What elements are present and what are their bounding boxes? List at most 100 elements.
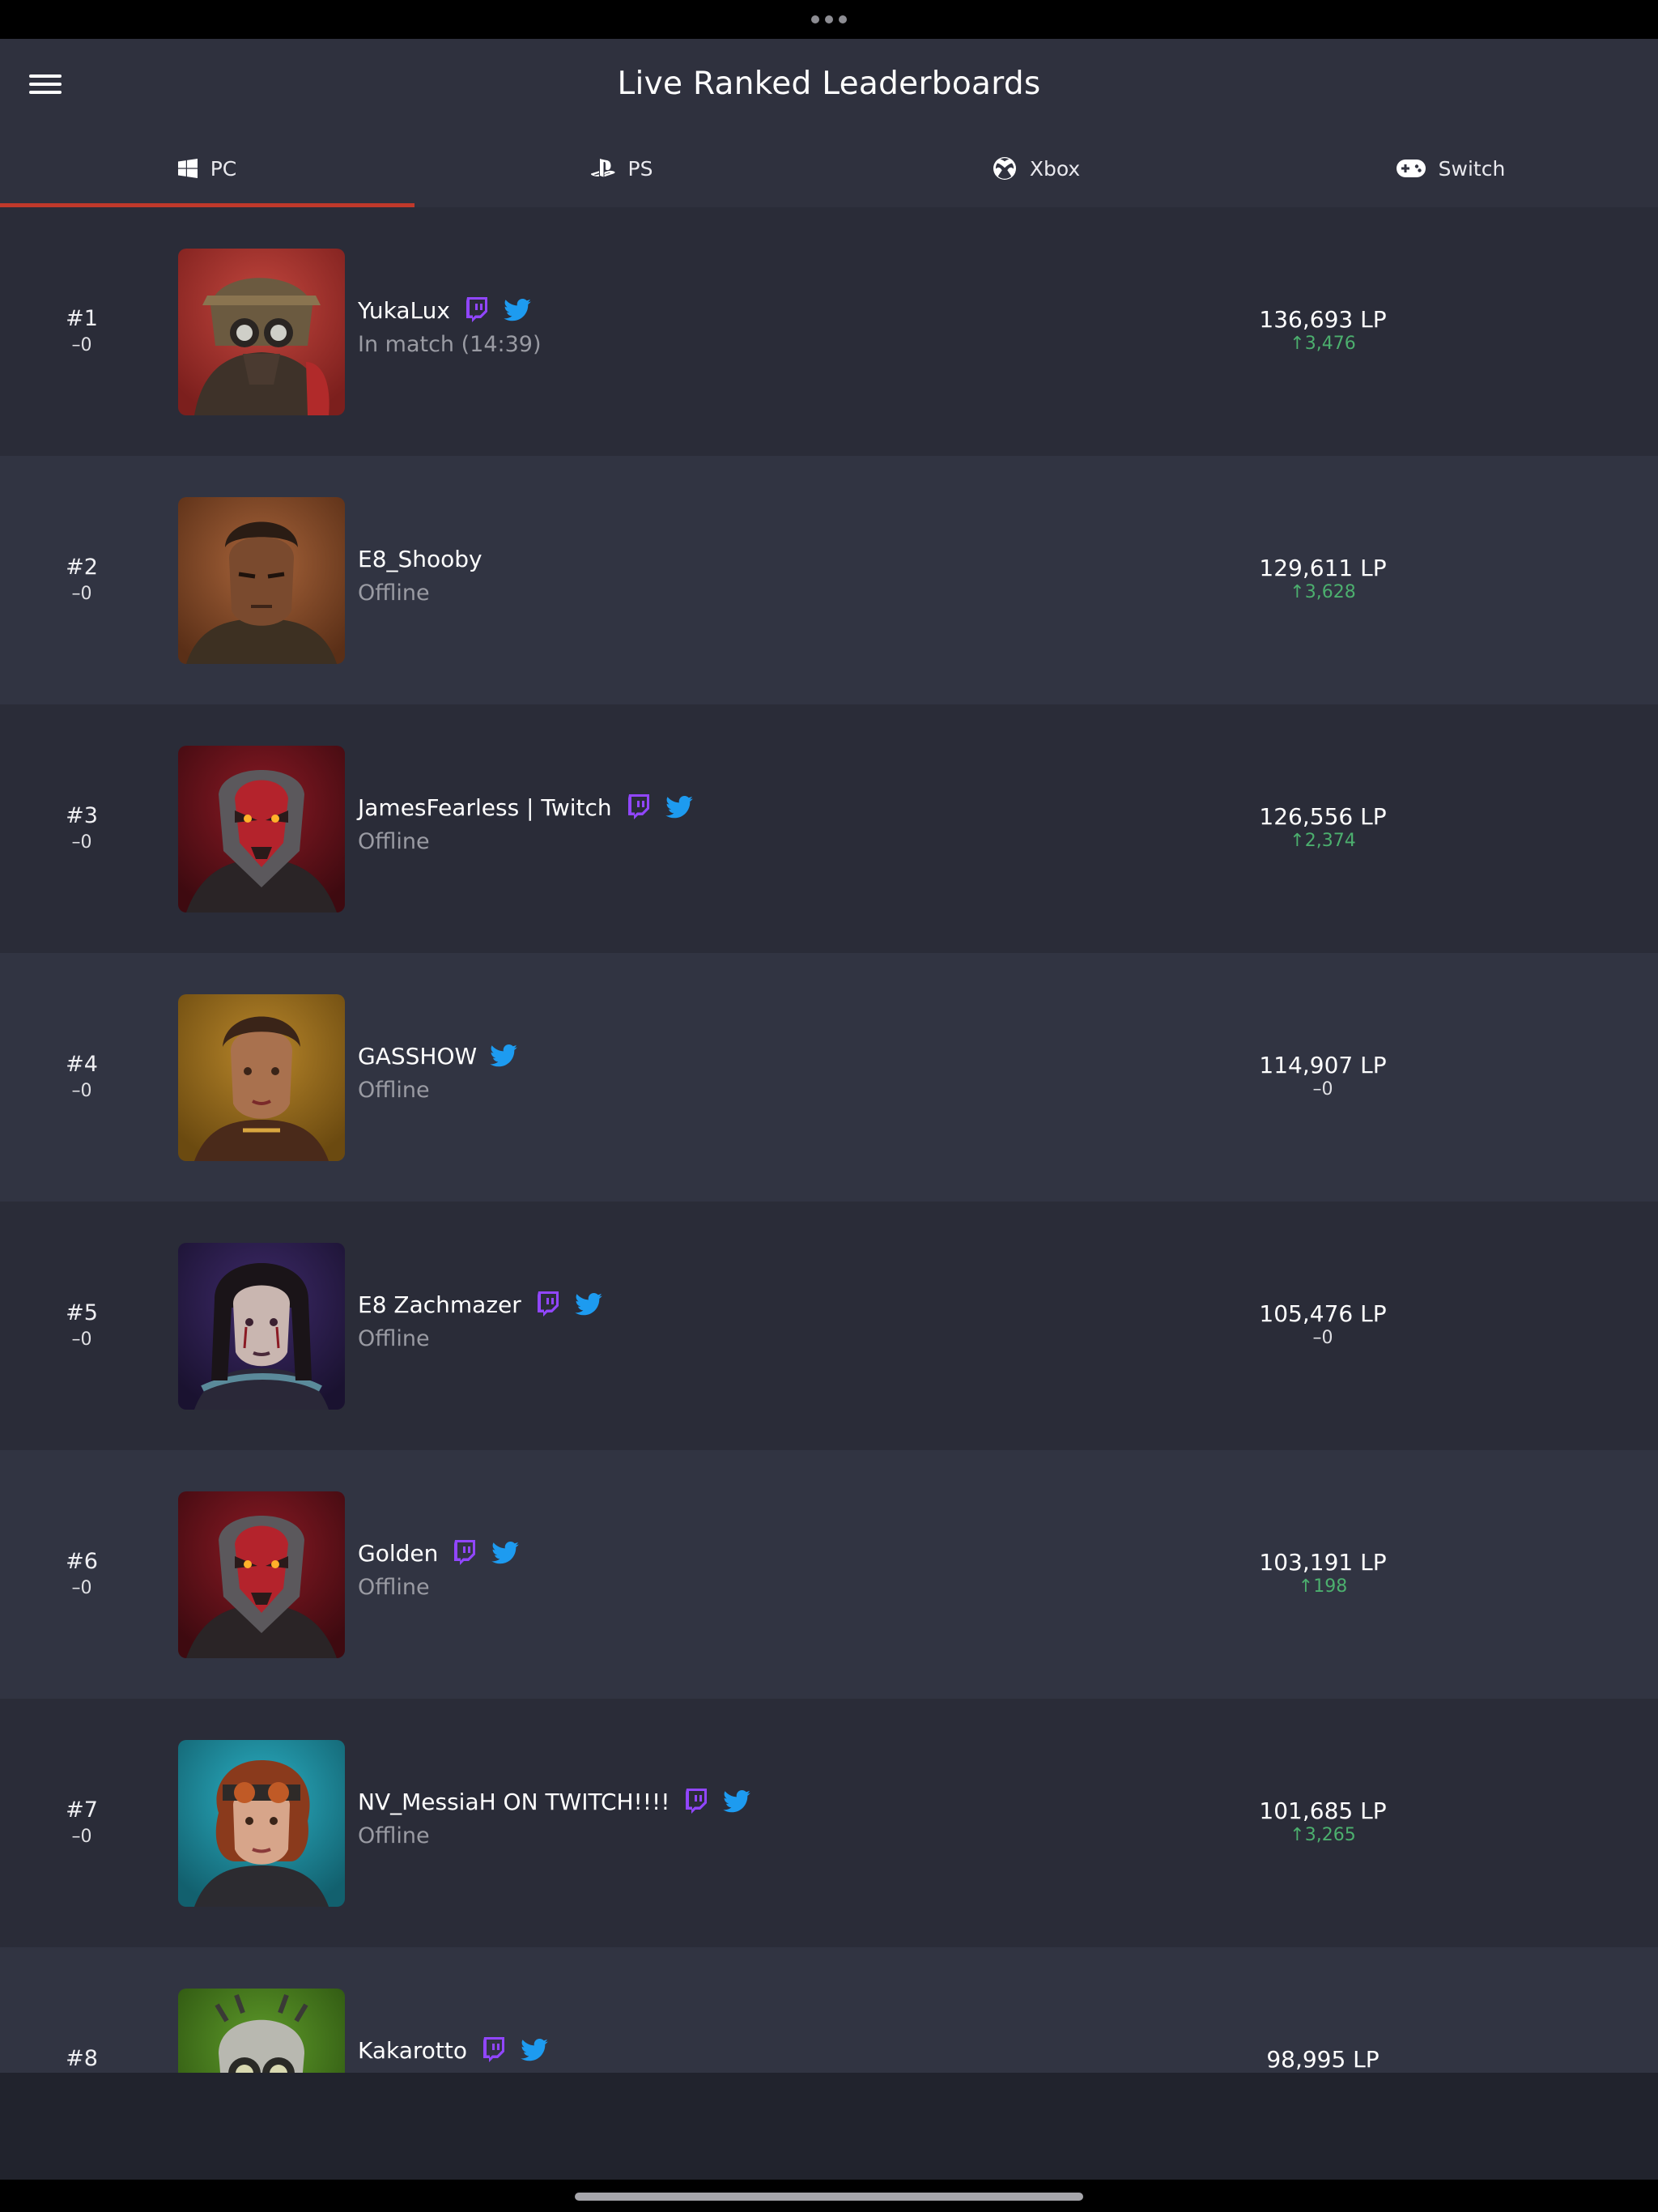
leaderboard-row[interactable]: #1 –0 YukaLux In match (14:39) 136,693 L… — [0, 207, 1658, 456]
rank-number: #4 — [66, 1052, 98, 1077]
leaderboard-row[interactable]: #7 –0 NV_MessiaH ON TWITCH!!!! Offline 1… — [0, 1699, 1658, 1947]
rank-change: –0 — [71, 584, 92, 604]
legend-avatar[interactable] — [178, 249, 345, 415]
lp-change: –0 — [1312, 1079, 1333, 1100]
arrow-up-icon: ↑ — [1298, 1576, 1314, 1597]
tab-label: Xbox — [1029, 156, 1081, 181]
tab-label: Switch — [1438, 156, 1506, 181]
player-name: JamesFearless | Twitch — [358, 793, 612, 821]
multitasking-dots-icon[interactable] — [811, 15, 847, 23]
hamburger-menu-icon[interactable] — [29, 71, 62, 97]
rank-number: #3 — [66, 803, 98, 828]
legend-avatar[interactable] — [178, 497, 345, 664]
lp-change: –0 — [1312, 1328, 1333, 1348]
player-name-line: E8 Zachmazer — [358, 1288, 602, 1321]
arrow-up-icon: ↑ — [1290, 1825, 1305, 1845]
home-indicator[interactable] — [575, 2193, 1083, 2201]
lp-score: 103,191 LP — [1259, 1549, 1387, 1576]
tab-label: PS — [627, 156, 653, 181]
page-title: Live Ranked Leaderboards — [617, 66, 1041, 102]
rank-number: #7 — [66, 1797, 98, 1823]
legend-avatar[interactable] — [178, 994, 345, 1161]
twitter-icon[interactable] — [574, 1291, 602, 1318]
rank-number: #1 — [66, 306, 98, 331]
status-bar — [0, 0, 1658, 39]
leaderboard-row[interactable]: #4 –0 GASSHOW Offline 114,907 LP –0 — [0, 953, 1658, 1202]
rank-change: –0 — [71, 1329, 92, 1350]
twitch-icon[interactable] — [480, 2036, 508, 2064]
player-status: Offline — [358, 1575, 430, 1600]
rank-number: #2 — [66, 555, 98, 580]
tab-pc[interactable]: PC — [0, 130, 414, 207]
twitch-icon[interactable] — [451, 1539, 478, 1567]
player-name: Golden — [358, 1539, 439, 1567]
twitter-icon[interactable] — [490, 1042, 517, 1070]
rank-change: –0 — [71, 335, 92, 355]
tab-switch[interactable]: Switch — [1244, 130, 1658, 207]
player-status: Offline — [358, 1326, 430, 1351]
player-name-line: JamesFearless | Twitch — [358, 791, 693, 823]
player-name: YukaLux — [358, 296, 450, 324]
twitter-icon[interactable] — [504, 296, 531, 324]
rank-change: –0 — [71, 1578, 92, 1598]
twitch-icon[interactable] — [463, 296, 491, 324]
tab-ps[interactable]: PS — [414, 130, 829, 207]
legend-avatar[interactable] — [178, 1491, 345, 1658]
player-name-line: Kakarotto — [358, 2034, 548, 2066]
player-name: E8_Shooby — [358, 545, 483, 572]
rank-number: #8 — [66, 2046, 98, 2071]
rank-number: #5 — [66, 1300, 98, 1325]
leaderboard-row[interactable]: #2 –0 E8_Shooby Offline 129,611 LP ↑3,62… — [0, 456, 1658, 704]
player-name-line: GASSHOW — [358, 1040, 517, 1072]
leaderboard-list[interactable]: #1 –0 YukaLux In match (14:39) 136,693 L… — [0, 207, 1658, 2073]
arrow-up-icon: ↑ — [1290, 582, 1305, 602]
platform-tabs: PC PS Xbox Switch — [0, 130, 1658, 207]
lp-score: 101,685 LP — [1259, 1797, 1387, 1824]
tab-label: PC — [210, 156, 237, 181]
arrow-up-icon: ↑ — [1290, 831, 1305, 851]
twitter-icon[interactable] — [521, 2036, 548, 2064]
leaderboard-row[interactable]: #6 –0 Golden Offline 103,191 LP ↑198 — [0, 1450, 1658, 1699]
playstation-icon — [590, 159, 615, 177]
arrow-up-icon: ↑ — [1290, 334, 1305, 354]
lp-score: 114,907 LP — [1259, 1052, 1387, 1078]
player-name-line: E8_Shooby — [358, 542, 483, 575]
lp-score: 126,556 LP — [1259, 803, 1387, 830]
legend-avatar[interactable] — [178, 1243, 345, 1410]
lp-change: ↑198 — [1298, 1576, 1348, 1597]
rank-number: #6 — [66, 1549, 98, 1574]
twitch-icon[interactable] — [625, 793, 653, 821]
lp-score: 136,693 LP — [1259, 306, 1387, 333]
bottom-bar — [0, 2073, 1658, 2180]
legend-avatar[interactable] — [178, 1989, 345, 2073]
player-status: Offline — [358, 1078, 430, 1103]
rank-change: –0 — [71, 1081, 92, 1101]
legend-avatar[interactable] — [178, 746, 345, 912]
twitter-icon[interactable] — [723, 1788, 751, 1815]
player-name-line: YukaLux — [358, 294, 531, 326]
player-status: Offline — [358, 829, 430, 854]
lp-score: 129,611 LP — [1259, 555, 1387, 581]
rank-change: –0 — [71, 1827, 92, 1847]
twitch-icon[interactable] — [534, 1291, 562, 1318]
lp-change: ↑2,374 — [1290, 831, 1356, 851]
player-status: In match (14:39) — [358, 332, 542, 357]
lp-change: ↑3,265 — [1290, 1825, 1356, 1845]
player-status: Offline — [358, 1823, 430, 1848]
windows-icon — [177, 159, 198, 178]
legend-avatar[interactable] — [178, 1740, 345, 1907]
lp-score: 98,995 LP — [1266, 2046, 1380, 2073]
lp-score: 105,476 LP — [1259, 1300, 1387, 1327]
rank-change: –0 — [71, 832, 92, 853]
twitter-icon[interactable] — [665, 793, 693, 821]
lp-change: ↑3,476 — [1290, 334, 1356, 354]
twitter-icon[interactable] — [491, 1539, 520, 1567]
xbox-icon — [993, 157, 1016, 180]
tab-xbox[interactable]: Xbox — [829, 130, 1244, 207]
leaderboard-row[interactable]: #5 –0 E8 Zachmazer Offline 105,476 LP –0 — [0, 1202, 1658, 1450]
leaderboard-row[interactable]: #3 –0 JamesFearless | Twitch Offline 126… — [0, 704, 1658, 953]
player-name: NV_MessiaH ON TWITCH!!!! — [358, 1788, 670, 1815]
player-name-line: Golden — [358, 1537, 520, 1569]
twitch-icon[interactable] — [682, 1788, 710, 1815]
leaderboard-row[interactable]: #8 Kakarotto 98,995 LP — [0, 1947, 1658, 2073]
